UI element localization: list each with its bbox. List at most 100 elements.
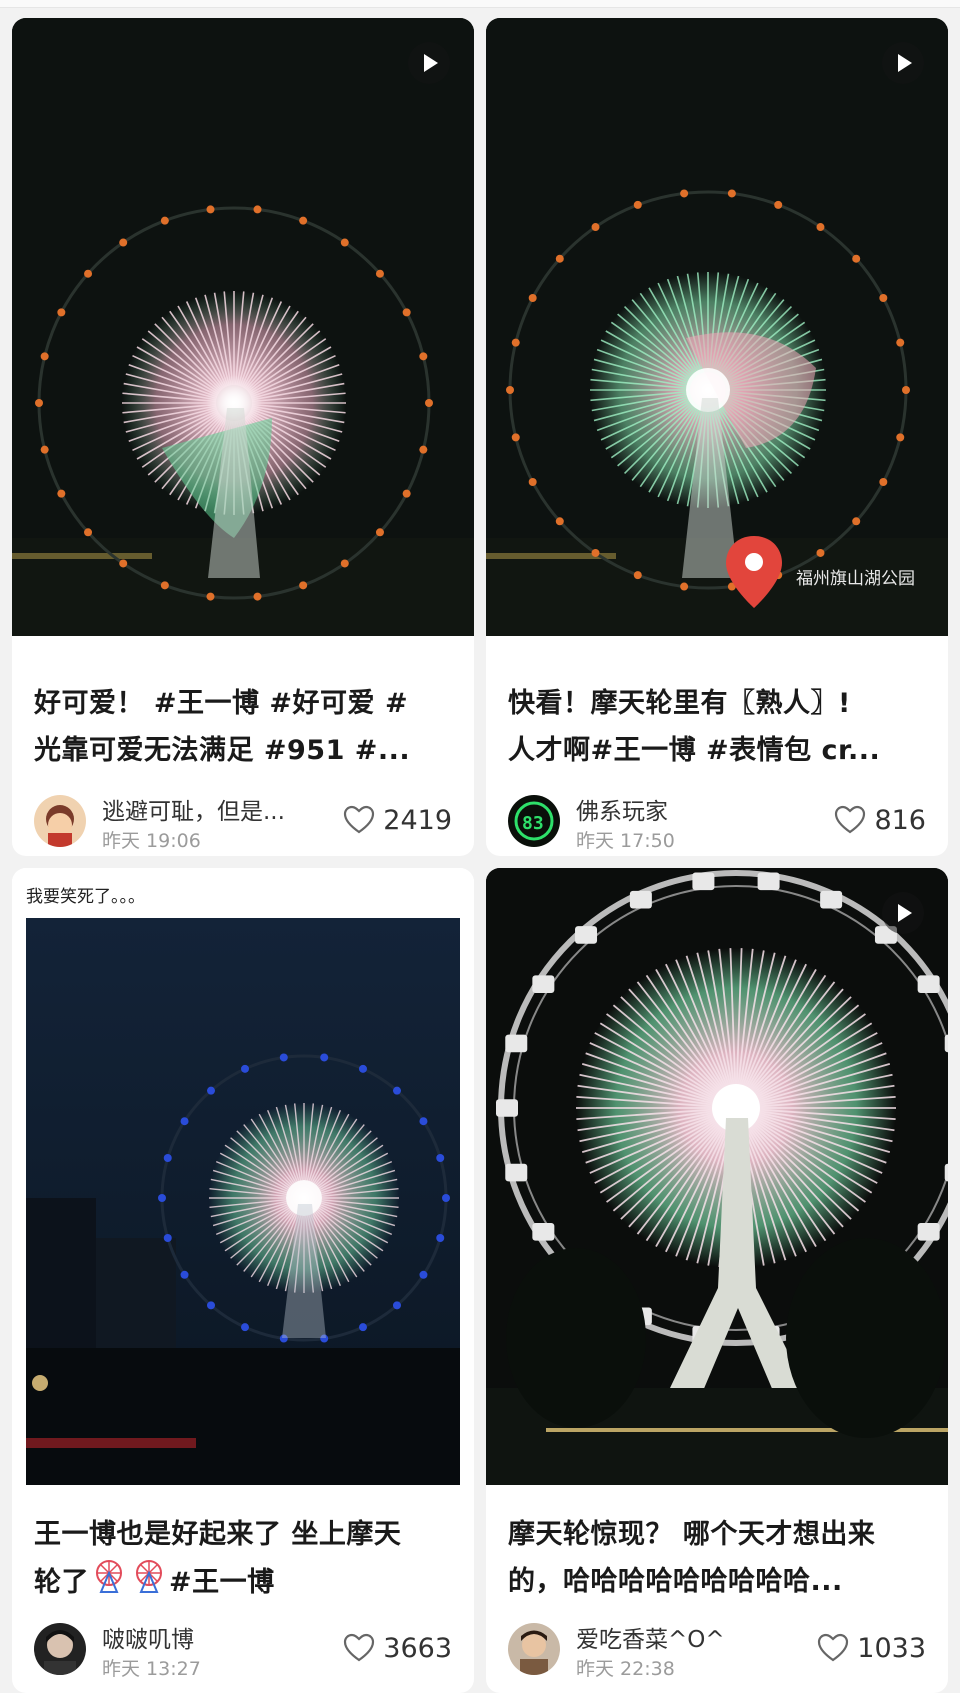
wheel-light [816, 548, 825, 557]
play-icon[interactable] [882, 42, 924, 84]
wheel-light [57, 308, 66, 317]
heart-icon [344, 805, 375, 834]
like-button[interactable]: 2419 [343, 802, 452, 838]
post-time: 昨天 13:27 [102, 1658, 201, 1680]
wheel-light [402, 489, 411, 498]
wheel-light [633, 571, 642, 580]
wheel-light [358, 1064, 367, 1073]
wheel-light [532, 975, 555, 993]
ferris-wheel-photo [26, 918, 460, 1485]
avatar[interactable] [34, 795, 86, 847]
wheel-light [180, 1270, 189, 1279]
wheel-light [206, 592, 215, 601]
wheel-light [555, 254, 564, 263]
post-time: 昨天 19:06 [102, 830, 201, 852]
wheel-light [816, 223, 825, 232]
author-name[interactable]: 逃避可耻，但是... [102, 792, 285, 826]
wheel-light [902, 386, 910, 394]
ferris-wheel-photo [486, 868, 948, 1485]
video-thumbnail[interactable] [486, 868, 948, 1485]
wheel-light [158, 1194, 166, 1202]
post-title[interactable]: 摩天轮惊现？ 哪个天才想出来 的，哈哈哈哈哈哈哈哈哈... [508, 1511, 926, 1605]
wheel-light [402, 308, 411, 317]
wheel-light [160, 216, 169, 225]
ferris-wheel-emoji [91, 1558, 127, 1605]
like-button[interactable]: 816 [834, 802, 926, 838]
location-label: 福州旗山湖公园 [796, 569, 915, 589]
feed-card[interactable]: 我要笑死了。。。 王一博也是好起来了 坐上摩天 轮了 #王一博 啵啵叽博 昨天 … [12, 868, 474, 1693]
wheel-light [575, 926, 598, 944]
wheel-light [633, 200, 642, 209]
wheel-light [163, 1153, 172, 1162]
wheel-light [419, 445, 428, 454]
wheel-light [419, 1117, 428, 1126]
wheel-light [879, 293, 888, 302]
wheel-light [340, 238, 349, 247]
like-button[interactable]: 1033 [817, 1630, 926, 1666]
wheel-light [555, 517, 564, 526]
wheel-light [505, 1034, 528, 1053]
play-icon[interactable] [882, 892, 924, 934]
top-divider [0, 0, 960, 8]
wheel-light [680, 582, 689, 591]
post-title[interactable]: 王一博也是好起来了 坐上摩天 轮了 #王一博 [34, 1511, 452, 1605]
wheel-light [528, 293, 537, 302]
avatar[interactable] [508, 1623, 560, 1675]
wheel-light [506, 386, 514, 394]
heart-icon [835, 805, 866, 834]
post-time: 昨天 17:50 [576, 830, 675, 852]
image-thumbnail[interactable]: 我要笑死了。。。 [12, 868, 474, 1485]
wheel-light [528, 478, 537, 487]
video-thumbnail[interactable]: 福州旗山湖公园 [486, 18, 948, 636]
wheel-light [320, 1053, 329, 1062]
wheel-light [692, 872, 715, 891]
feed-card[interactable]: 福州旗山湖公园 快看！摩天轮里有〖熟人〗! 人才啊#王一博 #表情包 cr...… [486, 18, 948, 856]
wheel-light [241, 1323, 250, 1332]
play-icon[interactable] [408, 42, 450, 84]
wheel-light [591, 548, 600, 557]
wheel-light [180, 1117, 189, 1126]
post-title[interactable]: 好可爱！ #王一博 #好可爱 # 光靠可爱无法满足 #951 #... [34, 680, 452, 774]
wheel-light [436, 1234, 445, 1243]
like-count: 3663 [383, 1632, 452, 1664]
author-name[interactable]: 啵啵叽博 [102, 1620, 194, 1654]
avatar[interactable] [34, 1623, 86, 1675]
wheel-light [532, 1223, 555, 1241]
wheel-light [207, 1301, 216, 1310]
heart-icon [818, 1633, 849, 1662]
wheel-light [35, 399, 43, 407]
wheel-light [852, 517, 861, 526]
wheel-light [820, 890, 843, 909]
wheel-light [160, 581, 169, 590]
wheel-light [917, 1223, 940, 1241]
wheel-light [299, 216, 308, 225]
wheel-light [84, 269, 93, 278]
wheel-light [40, 445, 49, 454]
post-meta: 83 佛系玩家 昨天 17:50 816 [508, 792, 926, 852]
wheel-light [944, 1163, 948, 1182]
feed-card[interactable]: 好可爱！ #王一博 #好可爱 # 光靠可爱无法满足 #951 #... 逃避可耻… [12, 18, 474, 856]
wheel-light [392, 1301, 401, 1310]
wheel-light [511, 338, 520, 347]
like-count: 2419 [383, 804, 452, 836]
avatar[interactable]: 83 [508, 795, 560, 847]
post-title[interactable]: 快看！摩天轮里有〖熟人〗! 人才啊#王一博 #表情包 cr... [508, 680, 926, 774]
wheel-light [119, 238, 128, 247]
author-name[interactable]: 爱吃香菜^O^ [576, 1620, 725, 1654]
feed-card[interactable]: 摩天轮惊现？ 哪个天才想出来 的，哈哈哈哈哈哈哈哈哈... 爱吃香菜^O^ 昨天… [486, 868, 948, 1693]
video-thumbnail[interactable] [12, 18, 474, 636]
wheel-light [425, 399, 433, 407]
ferris-wheel-photo: 福州旗山湖公园 [486, 18, 948, 636]
like-button[interactable]: 3663 [343, 1630, 452, 1666]
wheel-light [57, 489, 66, 498]
wheel-light [852, 254, 861, 263]
wheel-light [241, 1064, 250, 1073]
wheel-light [340, 559, 349, 568]
wheel-light [896, 433, 905, 442]
wheel-light [358, 1323, 367, 1332]
author-name[interactable]: 佛系玩家 [576, 792, 668, 826]
wheel-light [436, 1153, 445, 1162]
svg-text:83: 83 [522, 813, 544, 834]
wheel-light [629, 890, 652, 909]
post-meta: 啵啵叽博 昨天 13:27 3663 [34, 1620, 452, 1680]
